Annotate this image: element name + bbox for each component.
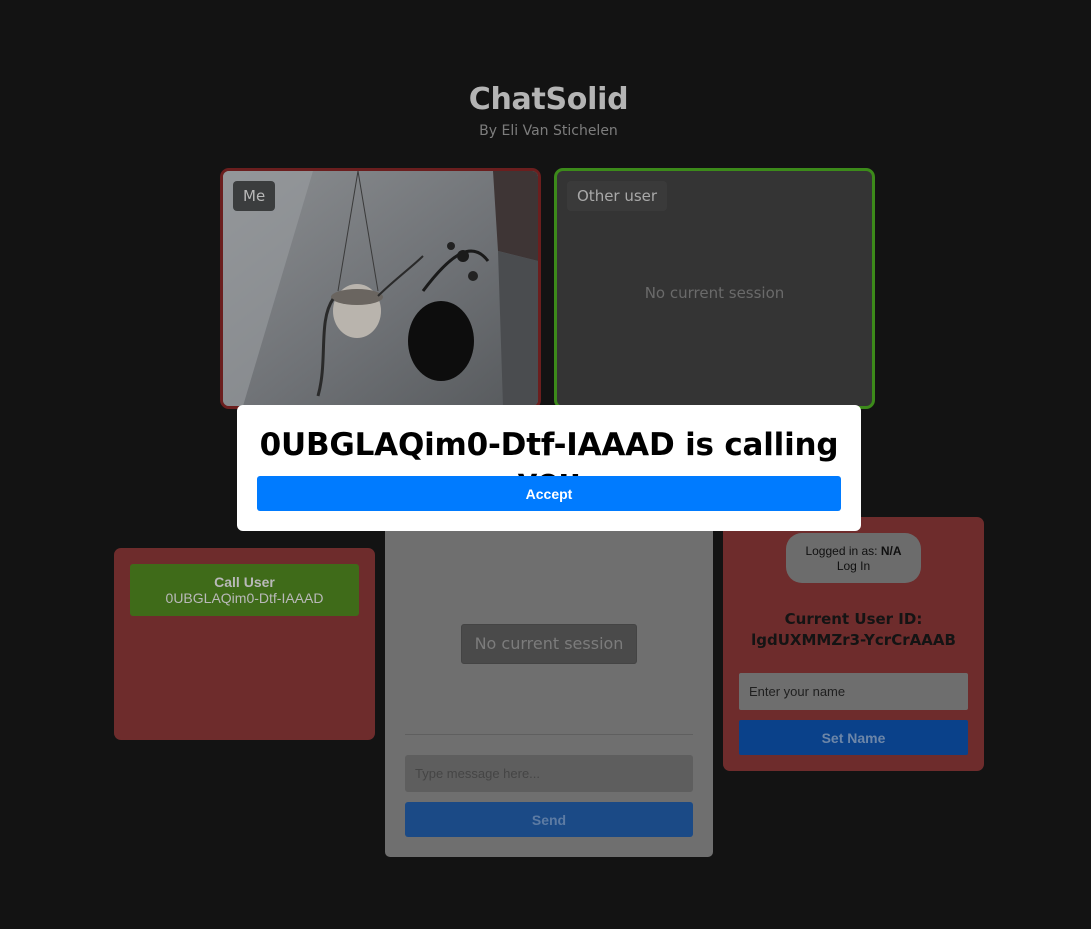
- logged-in-value: N/A: [880, 544, 902, 558]
- local-video-tile: Me: [220, 168, 541, 409]
- name-input[interactable]: [739, 673, 968, 710]
- login-link[interactable]: Log In: [837, 559, 870, 573]
- video-label-other: Other user: [567, 181, 668, 211]
- call-user-button-id: 0UBGLAQim0-Dtf-IAAAD: [165, 590, 324, 606]
- send-button[interactable]: Send: [405, 802, 693, 837]
- chat-panel: No current session Send: [385, 520, 713, 857]
- app-subtitle: By Eli Van Stichelen: [479, 123, 618, 139]
- current-user-id-label: Current User ID:: [784, 610, 923, 628]
- remote-video-tile: Other user No current session: [554, 168, 875, 409]
- message-input[interactable]: [405, 755, 693, 792]
- call-panel: Call User 0UBGLAQim0-Dtf-IAAAD: [114, 548, 375, 740]
- app-title: ChatSolid: [468, 82, 629, 117]
- chat-divider: [405, 734, 693, 735]
- call-user-button[interactable]: Call User 0UBGLAQim0-Dtf-IAAAD: [130, 564, 359, 616]
- incoming-call-modal: 0UBGLAQim0-Dtf-IAAAD is calling you Acce…: [237, 405, 861, 531]
- accept-call-button[interactable]: Accept: [257, 476, 841, 511]
- video-label-me: Me: [233, 181, 276, 211]
- remote-video-status: No current session: [644, 284, 785, 302]
- call-user-button-title: Call User: [214, 574, 275, 590]
- app-page: ChatSolid By Eli Van Stichelen Me Other …: [0, 0, 1091, 929]
- login-status-pill[interactable]: Logged in as: N/A Log In: [786, 533, 921, 583]
- chat-status: No current session: [461, 624, 637, 664]
- set-name-button[interactable]: Set Name: [739, 720, 968, 755]
- user-panel: Logged in as: N/A Log In Current User ID…: [723, 517, 984, 771]
- current-user-id-value: lgdUXMMZr3-YcrCrAAAB: [751, 631, 956, 649]
- logged-in-prefix: Logged in as:: [805, 544, 881, 558]
